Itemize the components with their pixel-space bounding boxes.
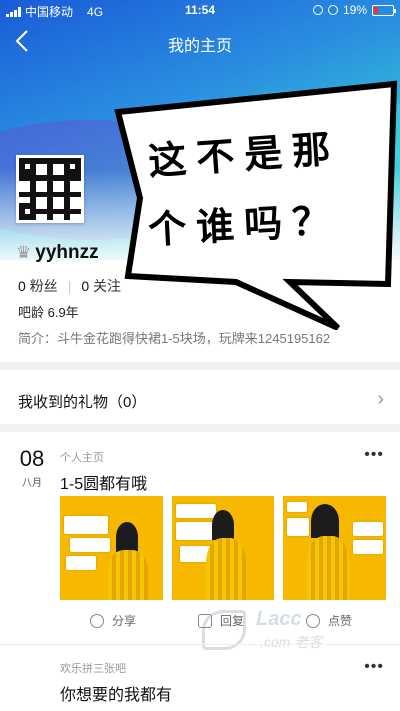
fans-stat[interactable]: 0 粉丝 [18,276,58,296]
gifts-row[interactable]: 我收到的礼物（0） › [0,378,400,422]
post-day: 08 [19,446,45,471]
share-icon [90,613,104,628]
more-options-icon[interactable]: ••• [364,658,384,676]
status-bar: 中国移动 4G 11:54 19% [0,0,400,20]
account-age: 吧龄 6.9年 [18,305,79,320]
post-date: 08 八月 [14,446,50,489]
post-image[interactable] [171,496,275,600]
username-row: ♛ yyhnzz [16,242,99,264]
watermark-sub: .com 老客 [260,634,323,650]
more-options-icon[interactable]: ••• [364,446,384,464]
battery-icon [372,4,396,16]
nav-bar: 我的主页 [0,22,400,62]
alarm-icon [327,5,338,15]
post-title[interactable]: 1-5圆都有哦 [60,470,147,494]
post-title[interactable]: 你想要的我都有 [60,681,172,705]
post-image[interactable] [283,496,387,600]
gifts-label: 我收到的礼物（0） [18,394,147,411]
qr-code-image [19,158,81,220]
post-month: 八月 [22,478,42,489]
page-title: 我的主页 [167,38,232,55]
share-button[interactable]: 分享 [90,612,136,629]
share-label: 分享 [112,614,137,628]
watermark-brand: Lacc [256,608,302,630]
section-divider [0,424,400,432]
post-image[interactable] [60,496,163,600]
post-source[interactable]: 欢乐拼三张吧 [60,660,126,676]
post-source[interactable]: 个人主页 [60,449,104,465]
speech-bubble-overlay: 这不是那 个谁吗？ [88,70,400,330]
rotation-lock-icon [312,5,323,15]
post-divider [0,644,400,645]
watermark: Lacc .com 老客 [200,606,360,654]
post-images [60,496,387,600]
battery-percent: 19% [342,3,367,17]
fans-count: 0 [18,278,26,294]
section-divider [0,362,400,370]
stat-divider: | [67,278,72,294]
fans-label: 粉丝 [29,278,58,294]
overlay-line2: 个谁吗？ [147,198,342,252]
crown-icon: ♛ [16,243,32,262]
chevron-right-icon: › [377,388,384,410]
profile-bio: 简介：斗牛金花跑得快裙1-5块场，玩牌来1245195162 [18,331,331,346]
avatar[interactable] [16,155,84,223]
